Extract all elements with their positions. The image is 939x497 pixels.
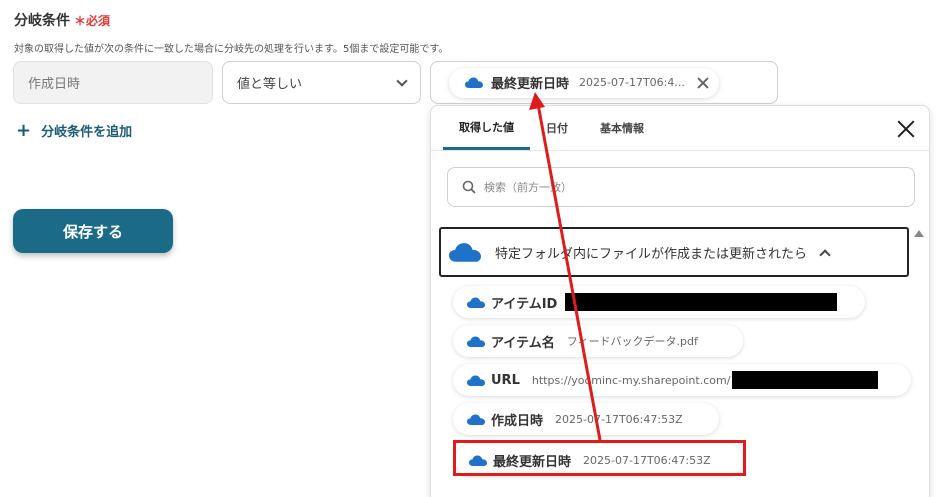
onedrive-icon xyxy=(467,414,485,425)
scroll-up-arrow[interactable] xyxy=(914,230,924,237)
clear-icon[interactable] xyxy=(697,77,709,89)
chip-label: 最終更新日時 xyxy=(491,77,570,92)
save-button[interactable]: 保存する xyxy=(13,209,173,253)
chip-value: 2025-07-17T06:4... xyxy=(579,76,685,89)
item-value: https://yoominc-my.sharepoint.com/ xyxy=(531,373,731,387)
item-value: 2025-07-17T06:47:53Z xyxy=(555,412,683,426)
item-label: アイテムID xyxy=(491,296,558,312)
redaction-block xyxy=(565,293,838,311)
onedrive-icon xyxy=(467,375,485,386)
tab-retrieved-values[interactable]: 取得した値 xyxy=(443,106,530,150)
condition-field-value: 作成日時 xyxy=(28,77,81,92)
onedrive-icon xyxy=(465,77,483,88)
picker-tabs: 取得した値 日付 基本情報 xyxy=(443,106,660,150)
redaction-block xyxy=(732,371,879,389)
value-picker-panel: 取得した値 日付 基本情報 検索（前方一致） 特定フォルダ内にファイルが作成また… xyxy=(430,105,930,497)
condition-operator-select[interactable]: 値と等しい xyxy=(222,61,421,104)
plus-icon: + xyxy=(16,120,32,141)
tab-divider xyxy=(431,150,929,151)
item-label: アイテム名 xyxy=(491,335,555,351)
search-icon xyxy=(462,180,476,194)
list-item[interactable]: URL https://yoominc-my.sharepoint.com/ xyxy=(453,364,911,396)
section-title: 分岐条件 ＊必須 xyxy=(14,10,110,30)
selected-value-chip[interactable]: 最終更新日時 2025-07-17T06:4... xyxy=(449,67,719,98)
close-icon[interactable] xyxy=(897,120,915,138)
group-label: 特定フォルダ内にファイルが作成または更新されたら xyxy=(495,246,808,262)
condition-field-select[interactable]: 作成日時 xyxy=(13,61,213,104)
add-condition-label: 分岐条件を追加 xyxy=(41,125,133,140)
required-mark: ＊必須 xyxy=(74,14,111,28)
onedrive-icon xyxy=(467,336,485,347)
section-title-text: 分岐条件 xyxy=(14,13,70,29)
onedrive-icon xyxy=(467,297,485,308)
item-label: 作成日時 xyxy=(491,413,544,429)
list-item[interactable]: アイテムID xyxy=(453,286,865,318)
tab-basic-info[interactable]: 基本情報 xyxy=(584,106,660,150)
chevron-down-icon xyxy=(396,74,408,87)
add-condition-button[interactable]: + 分岐条件を追加 xyxy=(16,120,132,141)
item-label: URL xyxy=(491,372,520,388)
condition-operator-value: 値と等しい xyxy=(237,77,303,92)
highlight-box xyxy=(453,440,746,476)
condition-value-field[interactable]: 最終更新日時 2025-07-17T06:4... xyxy=(430,61,778,104)
tab-date[interactable]: 日付 xyxy=(530,106,584,150)
section-description: 対象の取得した値が次の条件に一致した場合に分岐先の処理を行います。5個まで設定可… xyxy=(14,44,449,55)
chevron-up-icon xyxy=(819,248,831,261)
search-input[interactable]: 検索（前方一致） xyxy=(447,167,915,207)
search-placeholder: 検索（前方一致） xyxy=(484,181,572,194)
onedrive-icon xyxy=(449,243,481,262)
trigger-group-header[interactable]: 特定フォルダ内にファイルが作成または更新されたら xyxy=(439,227,909,277)
list-item[interactable]: 作成日時 2025-07-17T06:47:53Z xyxy=(453,403,719,435)
list-item[interactable]: アイテム名 フィードバックデータ.pdf xyxy=(453,325,743,357)
item-value: フィードバックデータ.pdf xyxy=(566,335,698,348)
